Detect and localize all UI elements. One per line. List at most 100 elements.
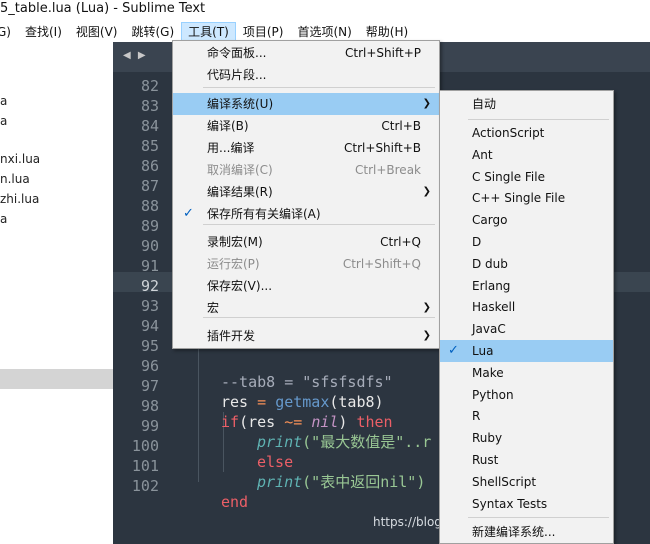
build-system-label: R [472,409,481,424]
submenu-arrow-icon: ❯ [422,302,431,313]
build-system-item[interactable]: Make [440,362,613,384]
menu-bar: G) 查找(I) 视图(V) 跳转(G) 工具(T) 项目(P) 首选项(N) … [0,22,650,42]
menu-item-playback-macro[interactable]: 运行宏(P) Ctrl+Shift+Q [173,253,439,275]
menu-item-label: 保存宏(V)... [207,279,273,293]
submenu-arrow-icon: ❯ [422,330,431,341]
sidebar-file[interactable]: a [0,212,7,226]
line-number-text: 91 [140,257,159,275]
build-system-item[interactable]: Python [440,384,613,406]
build-system-item[interactable]: Cargo [440,209,613,231]
build-system-submenu: 自动 ActionScript Ant C Single File C++ Single… [439,90,614,544]
line-number-text: 87 [140,177,159,195]
build-system-item[interactable]: Ruby [440,427,613,449]
build-system-item[interactable]: ✓ Lua [440,340,613,362]
menu-item-label: 编译(B) [207,119,249,133]
menu-item-label: 代码片段... [207,68,267,82]
line-number-text: 88 [140,197,159,215]
menu-item-macros[interactable]: 宏 ❯ [173,297,439,319]
build-system-label: Rust [472,453,499,467]
build-system-item[interactable]: Syntax Tests [440,493,613,515]
submenu-arrow-icon: ❯ [422,98,431,109]
build-system-item[interactable]: D [440,231,613,253]
menu-goto[interactable]: 跳转(G) [124,22,181,42]
menu-item-command-palette[interactable]: 命令面板... Ctrl+Shift+P [173,42,439,64]
menu-item-build[interactable]: 编译(B) Ctrl+B [173,115,439,137]
menu-item-save-all-on-build[interactable]: ✓ 保存所有有关编译(A) [173,203,439,225]
build-system-label: 新建编译系统... [472,525,556,539]
build-system-label: Python [472,387,514,402]
keyword-end: end [221,493,249,511]
line-number-text: 86 [140,157,159,175]
build-system-label: Erlang [472,278,511,293]
menu-help[interactable]: 帮助(H) [359,22,415,42]
build-system-label: Haskell [472,300,516,315]
menu-view[interactable]: 视图(V) [69,22,125,42]
build-system-item[interactable]: ShellScript [440,471,613,493]
build-system-label: C++ Single File [472,191,566,206]
build-system-item[interactable]: 新建编译系统... [440,521,613,543]
menu-item-label: 插件开发 [207,329,256,343]
build-system-label: JavaC [472,322,506,337]
tools-menu: 命令面板... Ctrl+Shift+P 代码片段... 编译系统(U) ❯ 编译(B) C… [172,40,440,349]
menu-item-label: 编译结果(R) [207,185,273,199]
menu-tools[interactable]: 工具(T) [181,22,236,42]
menu-item-shortcut: Ctrl+Shift+Q [342,257,421,271]
submenu-arrow-icon: ❯ [422,186,431,197]
build-system-label: Ruby [472,431,503,446]
build-system-item[interactable]: ActionScript [440,122,613,144]
build-system-label: Cargo [472,213,508,228]
build-system-item[interactable]: Ant [440,144,613,166]
checkmark-icon: ✓ [448,343,459,358]
menu-item-shortcut: Ctrl+B [381,119,421,133]
build-system-item[interactable]: C++ Single File [440,187,613,209]
menu-separator [203,87,435,88]
tab-nav-arrows[interactable]: ◀ ▶ [123,50,148,61]
build-system-item[interactable]: Erlang [440,275,613,297]
menu-goto-partial[interactable]: G) [0,22,18,42]
sidebar-file[interactable]: nxi.lua [0,152,40,166]
sidebar-selected-row[interactable] [0,369,113,389]
build-system-item[interactable]: 自动 [440,93,613,115]
build-system-item[interactable]: C Single File [440,166,613,188]
build-system-label: C Single File [472,169,545,184]
sidebar: a a nxi.lua n.lua zhi.lua a [0,42,113,544]
menu-item-record-macro[interactable]: 录制宏(M) Ctrl+Q [173,231,439,253]
menu-item-shortcut: Ctrl+Shift+P [345,46,421,60]
menu-item-build-results[interactable]: 编译结果(R) ❯ [173,181,439,203]
menu-item-label: 宏 [207,301,220,315]
menu-item-build-system[interactable]: 编译系统(U) ❯ [173,93,439,115]
menu-project[interactable]: 项目(P) [236,22,291,42]
sidebar-file[interactable]: n.lua [0,172,30,186]
build-system-label: D dub [472,256,508,271]
sidebar-file[interactable]: a [0,94,7,108]
line-number-text: 93 [140,297,159,315]
build-system-item[interactable]: Haskell [440,296,613,318]
checkmark-icon: ✓ [183,206,194,221]
menu-item-label: 编译系统(U) [207,97,274,111]
menu-preferences[interactable]: 首选项(N) [290,22,358,42]
build-system-label: D [472,235,482,249]
build-system-label: Make [472,365,504,380]
menu-item-shortcut: Ctrl+Break [355,163,421,177]
build-system-item[interactable]: D dub [440,253,613,275]
menu-item-label: 用...编译 [207,141,255,155]
build-system-item[interactable]: R [440,405,613,427]
menu-item-save-macro[interactable]: 保存宏(V)... [173,275,439,297]
sidebar-file[interactable]: zhi.lua [0,192,39,206]
menu-find[interactable]: 查找(I) [18,22,69,42]
build-system-item[interactable]: JavaC [440,318,613,340]
menu-separator [468,119,609,120]
build-system-item[interactable]: Rust [440,449,613,471]
menu-item-label: 录制宏(M) [207,235,263,249]
menu-item-build-with[interactable]: 用...编译 Ctrl+Shift+B [173,137,439,159]
menu-item-cancel-build[interactable]: 取消编译(C) Ctrl+Break [173,159,439,181]
sidebar-file[interactable]: a [0,114,7,128]
line-number-text: 90 [140,237,159,255]
menu-item-shortcut: Ctrl+Shift+B [344,141,421,155]
build-system-label: ShellScript [472,474,537,489]
build-system-label: Ant [472,147,493,162]
line-number-text: 85 [140,137,159,155]
menu-item-snippets[interactable]: 代码片段... [173,64,439,86]
line-number-text: 92 [140,277,159,295]
menu-item-developer[interactable]: 插件开发 ❯ [173,325,439,347]
